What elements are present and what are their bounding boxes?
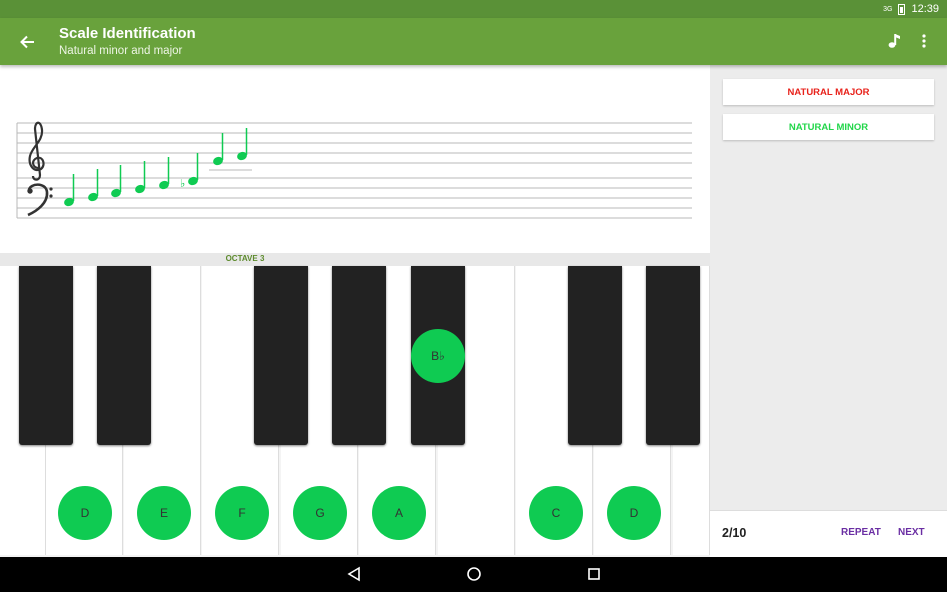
quiz-footer: 2/10 REPEAT NEXT (710, 510, 947, 557)
navigation-bar (0, 557, 947, 592)
key-marker-a[interactable]: A (372, 486, 426, 540)
progress-counter: 2/10 (722, 526, 747, 540)
title-block: Scale Identification Natural minor and m… (59, 25, 196, 57)
key-marker-c[interactable]: C (529, 486, 583, 540)
key-marker-f[interactable]: F (215, 486, 269, 540)
black-key-c-sharp-high[interactable] (568, 266, 622, 445)
black-key-c-sharp[interactable] (19, 266, 73, 445)
key-marker-e[interactable]: E (137, 486, 191, 540)
black-key-d-sharp[interactable] (97, 266, 151, 445)
music-note-button[interactable] (883, 30, 905, 52)
grand-staff: ♭ (16, 121, 692, 219)
network-type: 3G (883, 5, 893, 13)
natural-major-button[interactable]: NATURAL MAJOR (723, 79, 934, 105)
app-bar: Scale Identification Natural minor and m… (0, 18, 947, 65)
octave-bar: OCTAVE 3 (0, 253, 710, 267)
back-button[interactable] (14, 29, 40, 55)
scale-notes (64, 128, 252, 207)
status-time: 12:39 (911, 3, 939, 15)
key-marker-d-high[interactable]: D (607, 486, 661, 540)
battery-icon (898, 3, 906, 15)
music-note-icon (888, 34, 900, 48)
black-key-f-sharp[interactable] (254, 266, 308, 445)
treble-clef-icon (28, 121, 45, 181)
nav-recents-icon[interactable] (586, 566, 602, 582)
key-marker-d[interactable]: D (58, 486, 112, 540)
status-indicators: 3G 12:39 (883, 1, 939, 17)
octave-label: OCTAVE 3 (225, 254, 265, 263)
page-subtitle: Natural minor and major (59, 45, 183, 57)
natural-minor-button[interactable]: NATURAL MINOR (723, 114, 934, 140)
answer-panel: NATURAL MAJOR NATURAL MINOR (710, 65, 947, 510)
next-button[interactable]: NEXT (898, 527, 925, 538)
page-title: Scale Identification (59, 25, 196, 42)
black-key-g-sharp[interactable] (332, 266, 386, 445)
staff-lines (16, 122, 692, 219)
nav-home-icon[interactable] (466, 566, 482, 582)
piano-keyboard: B♭ D E F G A C D (0, 266, 710, 557)
flat-accidental: ♭ (180, 177, 185, 190)
key-marker-b-flat[interactable]: B♭ (411, 329, 465, 383)
key-marker-g[interactable]: G (293, 486, 347, 540)
repeat-button[interactable]: REPEAT (841, 527, 881, 538)
nav-back-icon[interactable] (346, 566, 362, 582)
staff-panel: ♭ (0, 65, 710, 253)
arrow-back-icon (20, 35, 34, 49)
bass-clef-icon (27, 183, 53, 217)
overflow-menu-button[interactable] (913, 30, 935, 52)
more-vert-icon (922, 34, 926, 48)
status-bar: 3G 12:39 (0, 0, 947, 18)
black-key-d-sharp-high[interactable] (646, 266, 700, 445)
